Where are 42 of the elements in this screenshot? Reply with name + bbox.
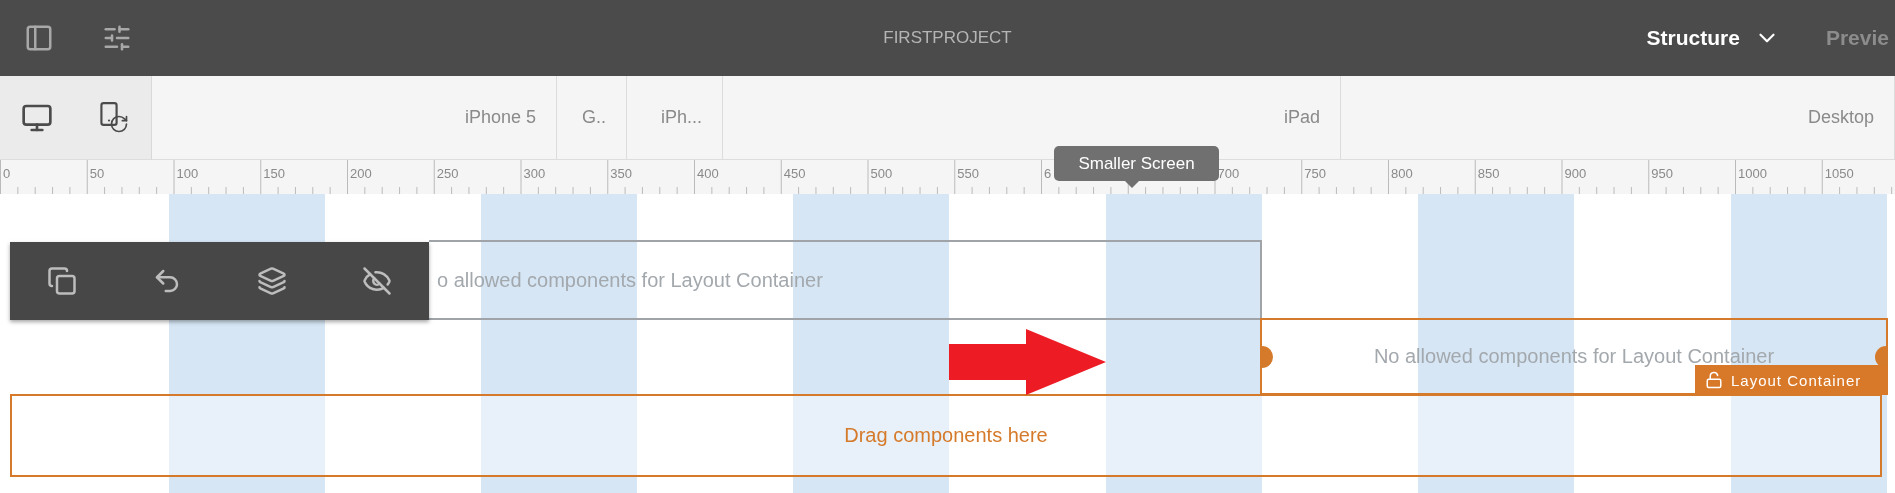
ruler-label: 900 — [1564, 166, 1587, 181]
empty-message: o allowed components for Layout Container — [437, 268, 823, 292]
ruler-label: 1050 — [1824, 166, 1854, 181]
layout-container[interactable]: o allowed components for Layout Container — [429, 240, 1262, 320]
ruler-label: 250 — [436, 166, 459, 181]
drop-zone[interactable]: Drag components here — [10, 394, 1882, 477]
badge-label: Layout Container — [1731, 371, 1862, 389]
ruler-label: 550 — [957, 166, 979, 181]
breakpoint-label[interactable]: iPhone 5 — [464, 107, 536, 128]
ruler-label: 50 — [89, 166, 105, 181]
sidebar-toggle-icon[interactable] — [24, 23, 54, 53]
breakpoint-label[interactable]: G.. — [582, 107, 606, 128]
breakpoint-label[interactable]: iPh... — [660, 107, 702, 128]
ruler-label: 950 — [1651, 166, 1673, 181]
ruler-label: 500 — [870, 166, 893, 181]
ruler-label: 6 — [1044, 166, 1052, 181]
breakpoint-label[interactable]: Desktop — [1807, 107, 1874, 128]
arrow-icon — [949, 329, 1106, 395]
empty-message: No allowed components for Layout Container — [1373, 345, 1775, 368]
ruler-label: 150 — [263, 166, 285, 181]
ruler-label: 700 — [1217, 166, 1240, 181]
settings-icon[interactable] — [102, 23, 132, 53]
layout-container[interactable]: No allowed components for Layout Container Layout Container — [1260, 318, 1888, 395]
ruler-label: 1000 — [1738, 166, 1767, 181]
ruler-label: 350 — [610, 166, 632, 181]
mode-dropdown[interactable]: Structure — [1646, 25, 1780, 51]
ruler-label: 850 — [1477, 166, 1500, 181]
unlock-icon — [1705, 371, 1723, 389]
ruler-label: 450 — [783, 166, 806, 181]
breakpoint-label[interactable]: iPad — [1283, 107, 1320, 128]
ruler-label: 100 — [176, 166, 199, 181]
ruler-label: 0 — [3, 166, 11, 181]
tooltip: Smaller Screen — [1054, 146, 1219, 181]
ruler-label: 750 — [1304, 166, 1326, 181]
page-title: FIRSTPROJECT — [883, 28, 1012, 47]
ruler-label: 400 — [697, 166, 719, 181]
resize-handle[interactable] — [1262, 345, 1273, 368]
preview-button[interactable]: Previe — [1825, 26, 1889, 50]
drop-hint: Drag components here — [844, 424, 1048, 447]
ruler-label: 300 — [523, 166, 546, 181]
ruler-label: 200 — [350, 166, 372, 181]
ruler-label: 800 — [1391, 166, 1413, 181]
